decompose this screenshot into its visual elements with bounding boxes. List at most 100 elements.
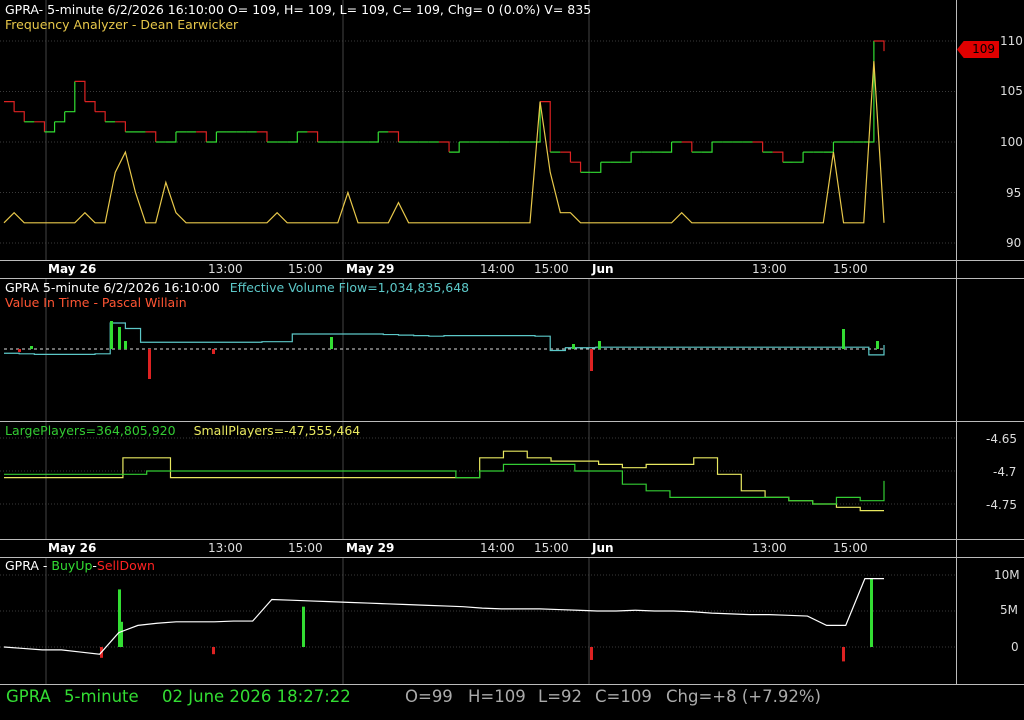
price-step-up <box>590 162 602 173</box>
price-step-down <box>4 101 15 112</box>
status-interval: 5-minute <box>64 687 139 706</box>
price-panel[interactable]: GPRA- 5-minute 6/2/2026 16:10:00 O= 109,… <box>0 0 1024 260</box>
price-step-down <box>307 131 319 142</box>
large-players-label: LargePlayers=364,805,920 <box>5 423 176 438</box>
time-axis-bottom: May 26 13:00 15:00 May 29 14:00 15:00 Ju… <box>0 540 956 557</box>
flow-bar-up <box>598 341 601 349</box>
separator <box>0 557 1024 558</box>
flow-bar-up <box>842 329 845 349</box>
status-change: Chg=+8 (+7.92%) <box>666 687 821 706</box>
price-step-up <box>165 131 177 143</box>
price-step-down <box>438 141 450 153</box>
price-step-down <box>752 141 764 153</box>
vit-header: GPRA 5-minute 6/2/2026 16:10:00 Effectiv… <box>5 280 469 295</box>
separator <box>0 278 1024 279</box>
price-step-down <box>681 141 693 153</box>
players-chart[interactable] <box>0 422 1024 539</box>
time-label-1500c: 15:00 <box>833 262 868 276</box>
small-players-label: SmallPlayers=-47,555,464 <box>193 423 361 438</box>
buyup-label: BuyUp <box>51 558 93 573</box>
price-step-down <box>14 111 25 122</box>
time-label-1300b: 13:00 <box>752 262 787 276</box>
flow-bar-up <box>876 341 879 349</box>
flow-bar-up <box>118 327 121 349</box>
time-label-may26-b: May 26 <box>48 541 97 555</box>
price-step-down <box>34 121 46 132</box>
y-tick-5m: 5M <box>1000 603 1018 617</box>
vit-header-prefix: GPRA 5-minute 6/2/2026 16:10:00 <box>5 280 220 295</box>
effective-volume-flow-line <box>4 322 885 356</box>
selldown-label: SellDown <box>96 558 155 573</box>
price-step-down <box>560 151 572 163</box>
price-step-down <box>873 40 885 52</box>
price-step-down <box>115 121 126 132</box>
price-step-down <box>772 151 784 163</box>
price-step-down <box>570 161 582 173</box>
status-symbol: GPRA <box>6 687 51 706</box>
price-step-up <box>701 142 713 153</box>
y-tick-4-65: -4.65 <box>986 432 1018 446</box>
separator <box>0 260 1024 261</box>
time-label-jun: Jun <box>592 262 614 276</box>
time-label-1500-b: 15:00 <box>288 541 323 555</box>
price-step-down <box>74 80 86 102</box>
status-high: H=109 <box>468 687 526 706</box>
price-step-down <box>196 131 207 142</box>
price-step-down <box>388 131 400 142</box>
players-header: LargePlayers=364,805,920 SmallPlayers=-4… <box>5 423 360 438</box>
y-tick-0: 0 <box>1011 640 1019 654</box>
frequency-analyzer-label: Frequency Analyzer - Dean Earwicker <box>5 17 239 32</box>
last-price-tag: 109 <box>957 41 999 58</box>
price-step-down <box>84 101 96 112</box>
price-step-up <box>368 131 379 143</box>
large-players-line <box>4 463 885 505</box>
buyup-bar <box>302 606 305 647</box>
time-label-1500c-b: 15:00 <box>833 541 868 555</box>
price-step-up <box>206 131 218 143</box>
players-panel[interactable]: LargePlayers=364,805,920 SmallPlayers=-4… <box>0 422 1024 539</box>
flow-bar-down <box>590 349 593 371</box>
small-players-line <box>4 450 884 512</box>
status-low: L=92 <box>538 687 583 706</box>
y-tick-100: 100 <box>1000 135 1023 149</box>
price-step-up <box>823 142 835 153</box>
price-chart[interactable] <box>0 0 1024 260</box>
flow-bar-up <box>124 341 127 349</box>
time-label-1300-b: 13:00 <box>208 541 243 555</box>
status-open: O=99 <box>405 687 453 706</box>
time-label-may29-b: May 29 <box>346 541 395 555</box>
y-tick-10m: 10M <box>994 568 1020 582</box>
time-label-may26: May 26 <box>48 262 97 276</box>
effective-volume-flow-label: Effective Volume Flow=1,034,835,648 <box>229 280 470 295</box>
y-tick-90: 90 <box>1006 236 1022 250</box>
time-label-1400-b: 14:00 <box>480 541 515 555</box>
value-in-time-panel[interactable]: GPRA 5-minute 6/2/2026 16:10:00 Effectiv… <box>0 278 1024 421</box>
buyup-bar <box>120 621 123 647</box>
y-tick-4-7: -4.7 <box>993 465 1017 479</box>
y-tick-110: 110 <box>1000 34 1023 48</box>
time-label-may29: May 29 <box>346 262 395 276</box>
flow-bar-down <box>18 349 21 352</box>
separator <box>0 539 1024 540</box>
flow-bar-up <box>572 344 575 349</box>
buyup-bar <box>870 578 873 647</box>
buyup-prefix: GPRA - <box>5 558 52 573</box>
price-step-up <box>54 111 66 123</box>
flow-bar-up <box>30 346 33 349</box>
status-datetime: 02 June 2026 18:27:22 <box>162 687 351 706</box>
flow-bar-down <box>212 349 215 354</box>
price-scale-divider[interactable] <box>956 0 957 684</box>
separator <box>0 421 1024 422</box>
price-step-down <box>145 131 157 142</box>
y-tick-4-75: -4.75 <box>986 498 1018 512</box>
price-step-up <box>287 131 298 143</box>
selldown-bar <box>590 647 593 660</box>
flow-bar-down <box>148 349 151 379</box>
buyup-selldown-panel[interactable]: GPRA - BuyUp-SellDown 10M 5M 0 <box>0 557 1024 684</box>
price-step-up <box>792 152 804 163</box>
price-step-up <box>621 152 632 163</box>
value-in-time-label: Value In Time - Pascal Willain <box>5 295 187 310</box>
status-bar: GPRA 5-minute 02 June 2026 18:27:22 O=99… <box>0 684 1024 720</box>
price-step-up <box>64 81 76 113</box>
buyup-selldown-chart[interactable] <box>0 557 1024 684</box>
